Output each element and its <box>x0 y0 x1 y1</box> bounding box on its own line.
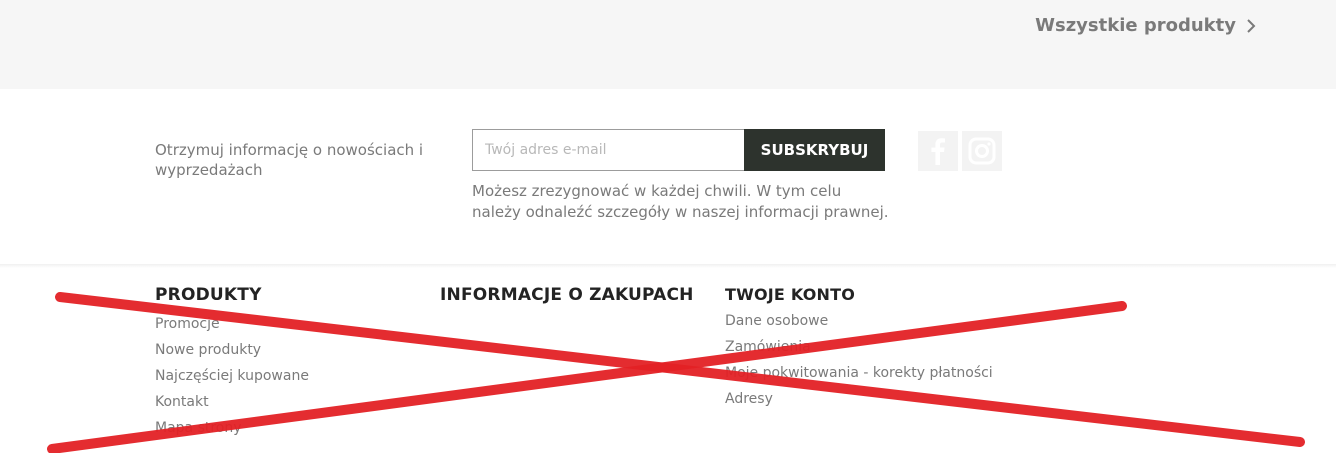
account-link-credit-slips[interactable]: Moje pokwitowania - korekty płatności <box>725 360 993 386</box>
top-band <box>0 0 1336 89</box>
subscribe-button[interactable]: SUBSKRYBUJ <box>744 129 885 171</box>
account-link-personal-data[interactable]: Dane osobowe <box>725 308 993 334</box>
newsletter-text: Otrzymuj informację o nowościach i wyprz… <box>155 141 424 179</box>
all-products-label: Wszystkie produkty <box>1035 15 1236 36</box>
purchase-info-column: INFORMACJE O ZAKUPACH <box>440 285 694 311</box>
products-link-sitemap[interactable]: Mapa strony <box>155 415 309 441</box>
products-column: PRODUKTY Promocje Nowe produkty Najczęśc… <box>155 285 309 441</box>
email-field[interactable] <box>472 129 744 171</box>
account-link-orders[interactable]: Zamówienia <box>725 334 993 360</box>
instagram-icon <box>968 137 996 165</box>
chevron-right-icon <box>1247 18 1256 33</box>
footer-divider <box>0 264 1336 268</box>
account-column: TWOJE KONTO Dane osobowe Zamówienia Moje… <box>725 285 993 412</box>
products-link-new[interactable]: Nowe produkty <box>155 337 309 363</box>
account-link-addresses[interactable]: Adresy <box>725 386 993 412</box>
newsletter-conditions: Możesz zrezygnować w każdej chwili. W ty… <box>472 182 889 221</box>
products-link-bestsellers[interactable]: Najczęściej kupowane <box>155 363 309 389</box>
purchase-info-title: INFORMACJE O ZAKUPACH <box>440 285 694 305</box>
products-title: PRODUKTY <box>155 285 262 305</box>
products-link-contact[interactable]: Kontakt <box>155 389 309 415</box>
all-products-link[interactable]: Wszystkie produkty <box>1035 15 1258 36</box>
account-title: TWOJE KONTO <box>725 285 856 304</box>
facebook-icon <box>931 138 945 165</box>
products-link-promotions[interactable]: Promocje <box>155 311 309 337</box>
facebook-link[interactable] <box>918 131 958 171</box>
instagram-link[interactable] <box>962 131 1002 171</box>
